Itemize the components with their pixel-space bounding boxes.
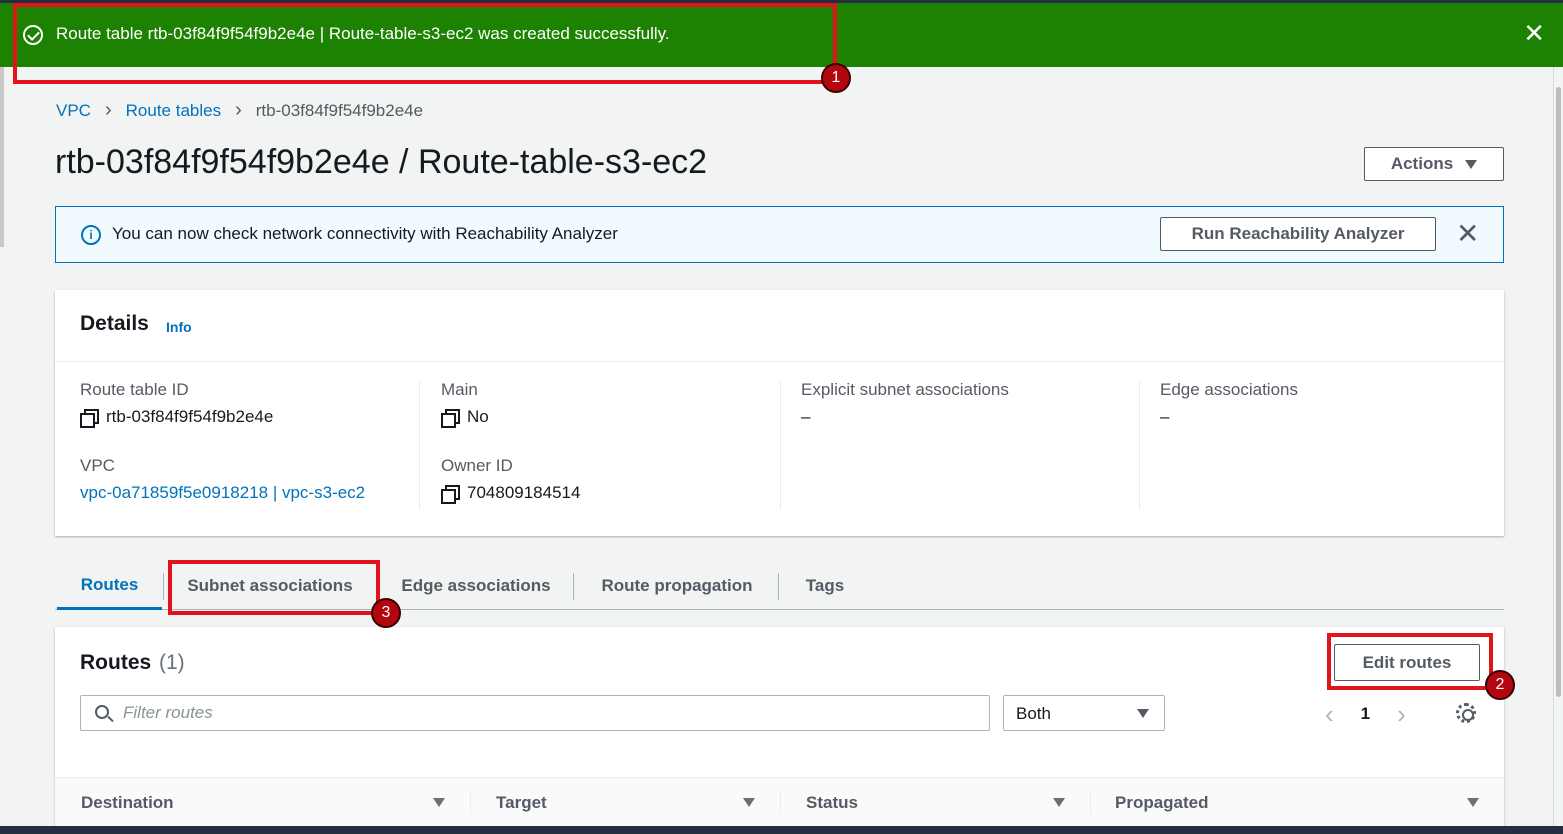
annotation-badge-1: 1	[821, 63, 851, 93]
tab-tags[interactable]: Tags	[788, 562, 862, 610]
vertical-scrollbar[interactable]	[1553, 67, 1563, 827]
current-page-number[interactable]: 1	[1361, 704, 1370, 724]
owner-id-label: Owner ID	[441, 456, 513, 475]
copy-icon[interactable]	[80, 408, 99, 428]
tab-route-propagation[interactable]: Route propagation	[582, 562, 772, 610]
breadcrumb-separator-icon: ›	[104, 99, 112, 121]
info-banner-close-icon[interactable]: ✕	[1456, 219, 1479, 249]
vpc-label: VPC	[80, 456, 115, 475]
next-page-icon[interactable]: ›	[1397, 701, 1406, 727]
bottom-bar	[0, 826, 1563, 834]
annotation-box-2	[1327, 633, 1493, 690]
annotation-badge-3: 3	[371, 598, 401, 628]
routes-panel: Routes (1) Edit routes Both ‹ 1 › Destin…	[55, 627, 1504, 827]
column-separator[interactable]	[470, 792, 471, 814]
search-icon	[95, 705, 109, 719]
actions-button-label: Actions	[1390, 154, 1454, 173]
main-label: Main	[441, 380, 478, 399]
details-info-link[interactable]: Info	[166, 319, 192, 335]
breadcrumb: VPC › Route tables › rtb-03f84f9f54f9b2e…	[56, 99, 423, 122]
main-value: No	[441, 407, 780, 428]
route-table-id-value: rtb-03f84f9f54f9b2e4e	[80, 407, 419, 428]
owner-id-text: 704809184514	[467, 483, 581, 502]
route-type-select[interactable]: Both	[1003, 695, 1165, 731]
sort-icon[interactable]	[1467, 798, 1479, 807]
details-panel: Details Info Route table ID rtb-03f84f9f…	[55, 290, 1504, 536]
sort-icon[interactable]	[1053, 798, 1065, 807]
sort-icon[interactable]	[743, 798, 755, 807]
column-header-status[interactable]: Status	[806, 793, 858, 813]
main-value-text: No	[467, 407, 489, 426]
caret-down-icon	[1465, 159, 1478, 169]
run-reachability-analyzer-button[interactable]: Run Reachability Analyzer	[1160, 217, 1436, 251]
details-header: Details Info	[55, 290, 1504, 362]
routes-count: (1)	[159, 651, 185, 674]
route-table-id-text: rtb-03f84f9f54f9b2e4e	[106, 407, 274, 426]
breadcrumb-route-tables-link[interactable]: Route tables	[126, 101, 221, 121]
caret-down-icon	[1137, 709, 1149, 718]
breadcrumb-vpc-link[interactable]: VPC	[56, 101, 91, 121]
tab-separator	[163, 573, 164, 600]
previous-page-icon[interactable]: ‹	[1325, 701, 1334, 727]
info-banner-text: You can now check network connectivity w…	[112, 224, 618, 243]
gear-icon[interactable]	[1456, 703, 1476, 723]
column-header-destination[interactable]: Destination	[81, 793, 174, 813]
tab-edge-associations[interactable]: Edge associations	[385, 562, 567, 610]
filter-routes-input[interactable]	[123, 702, 973, 724]
column-header-target[interactable]: Target	[496, 793, 547, 813]
scrollbar-thumb[interactable]	[1556, 87, 1561, 697]
tab-separator	[778, 573, 779, 600]
reachability-info-banner: i You can now check network connectivity…	[55, 206, 1504, 263]
vpc-link[interactable]: vpc-0a71859f5e0918218 | vpc-s3-ec2	[80, 483, 419, 503]
pagination: ‹ 1 ›	[1325, 701, 1406, 727]
details-title: Details	[80, 312, 149, 335]
left-edge-strip	[0, 67, 4, 247]
details-column-3: Explicit subnet associations –	[801, 380, 1140, 510]
owner-id-value: 704809184514	[441, 483, 780, 504]
column-separator[interactable]	[1090, 792, 1091, 814]
details-column-2: Main No Owner ID 704809184514	[441, 380, 781, 510]
tab-routes[interactable]: Routes	[57, 562, 162, 610]
edge-associations-value: –	[1160, 407, 1170, 426]
annotation-box-1	[13, 3, 837, 84]
edge-associations-label: Edge associations	[1160, 380, 1298, 399]
page-title: rtb-03f84f9f54f9b2e4e / Route-table-s3-e…	[55, 143, 708, 181]
route-table-id-label: Route table ID	[80, 380, 189, 399]
tab-separator	[573, 573, 574, 600]
routes-table-header: Destination Target Status Propagated	[55, 777, 1504, 827]
annotation-box-3	[168, 560, 380, 615]
actions-button[interactable]: Actions	[1364, 147, 1504, 181]
filter-routes-field[interactable]	[80, 695, 990, 731]
route-type-select-value: Both	[1016, 704, 1051, 723]
annotation-badge-2: 2	[1485, 670, 1515, 700]
details-column-1: Route table ID rtb-03f84f9f54f9b2e4e VPC…	[80, 380, 420, 510]
column-header-propagated[interactable]: Propagated	[1115, 793, 1209, 813]
copy-icon[interactable]	[441, 408, 460, 428]
routes-title: Routes	[80, 651, 152, 674]
explicit-subnet-value: –	[801, 407, 811, 426]
details-column-4: Edge associations –	[1160, 380, 1480, 510]
column-separator[interactable]	[780, 792, 781, 814]
breadcrumb-current: rtb-03f84f9f54f9b2e4e	[255, 100, 424, 120]
flash-close-button[interactable]: ✕	[1523, 20, 1545, 46]
info-icon: i	[81, 225, 101, 245]
explicit-subnet-label: Explicit subnet associations	[801, 380, 1009, 399]
sort-icon[interactable]	[433, 798, 445, 807]
breadcrumb-separator-icon: ›	[235, 99, 242, 121]
copy-icon[interactable]	[441, 484, 460, 504]
